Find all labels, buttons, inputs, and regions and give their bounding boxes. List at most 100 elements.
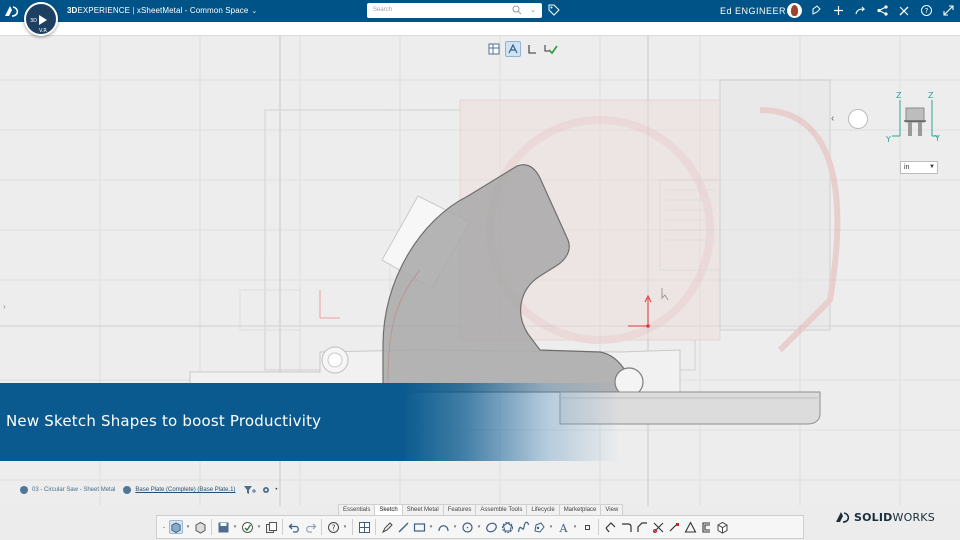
offset-tool[interactable] xyxy=(699,520,713,534)
redo-button[interactable] xyxy=(303,520,317,534)
tab-features[interactable]: Features xyxy=(442,504,477,515)
dropdown-icon[interactable]: ▾ xyxy=(185,520,191,534)
pen-tool[interactable] xyxy=(380,520,394,534)
3ds-logo-icon xyxy=(836,512,850,523)
brand-rest: EXPERIENCE xyxy=(77,6,131,15)
chamfer-tool[interactable] xyxy=(635,520,649,534)
line-tool[interactable] xyxy=(396,520,410,534)
help-button[interactable]: ? xyxy=(326,520,340,534)
compass-button[interactable]: 3D V.R xyxy=(24,2,58,36)
exit-sketch-tool[interactable] xyxy=(715,520,729,534)
profile-dropdown-icon[interactable]: ▾ xyxy=(548,520,554,534)
circle-tool[interactable] xyxy=(460,520,474,534)
text-tool[interactable]: A xyxy=(556,520,570,534)
save-dropdown-icon[interactable]: ▾ xyxy=(232,520,238,534)
ellipse-tool[interactable] xyxy=(484,520,498,534)
axis-triad[interactable]: Z Z Y Y xyxy=(882,88,944,146)
triangle-icon xyxy=(684,520,696,533)
project-tool[interactable] xyxy=(667,520,681,534)
constraint-tool[interactable] xyxy=(683,520,697,534)
units-select[interactable]: in ▼ xyxy=(900,161,938,174)
circle-dropdown-icon[interactable]: ▾ xyxy=(476,520,482,534)
constraint-icon xyxy=(508,43,518,54)
svg-text:?: ? xyxy=(925,7,929,15)
save-button[interactable] xyxy=(216,520,230,534)
scissors-icon xyxy=(652,522,663,533)
more-dot-icon[interactable]: • xyxy=(275,487,277,493)
breadcrumb-current[interactable]: Base Plate (Complete) (Base Plate.1) xyxy=(135,487,235,493)
point-tool[interactable] xyxy=(580,520,594,534)
tab-sketch[interactable]: Sketch xyxy=(374,504,403,515)
command-tabs: Essentials Sketch Sheet Metal Features A… xyxy=(338,504,624,515)
part-button[interactable] xyxy=(193,520,207,534)
redo-icon xyxy=(305,523,316,533)
chevron-left-icon[interactable]: ‹ xyxy=(831,113,834,124)
tab-sheet-metal[interactable]: Sheet Metal xyxy=(401,504,444,515)
sketch-grid-button[interactable] xyxy=(486,41,502,57)
sub-bar xyxy=(0,22,960,36)
tab-essentials[interactable]: Essentials xyxy=(338,504,376,515)
divider xyxy=(282,519,283,535)
tab-lifecycle[interactable]: Lifecycle xyxy=(526,504,560,515)
gear-icon[interactable] xyxy=(261,485,271,495)
sketch-constraint-button[interactable] xyxy=(505,41,521,57)
expand-icon[interactable] xyxy=(942,4,955,17)
help-icon[interactable]: ? xyxy=(920,4,933,17)
tag-icon[interactable] xyxy=(548,4,560,16)
action-bar-menu-icon[interactable]: ⌄ xyxy=(161,520,167,534)
text-dropdown-icon[interactable]: ▾ xyxy=(572,520,578,534)
search-input[interactable]: Search ⌄ xyxy=(367,3,542,18)
rectangle-tool[interactable] xyxy=(412,520,426,534)
tab-marketplace[interactable]: Marketplace xyxy=(558,504,602,515)
profile-tool[interactable] xyxy=(532,520,546,534)
space-title[interactable]: xSheetMetal - Common Space xyxy=(137,6,249,15)
search-placeholder: Search xyxy=(373,7,393,13)
grid-icon xyxy=(488,43,500,55)
tab-assemble-tools[interactable]: Assemble Tools xyxy=(475,504,528,515)
update-button[interactable] xyxy=(240,520,254,534)
view-selector-icon[interactable] xyxy=(848,109,868,129)
play-icon xyxy=(39,15,47,25)
sketch-exit-button[interactable] xyxy=(524,41,540,57)
panel-expand-icon[interactable]: › xyxy=(3,302,6,311)
arc-dropdown-icon[interactable]: ▾ xyxy=(452,520,458,534)
update-dropdown-icon[interactable]: ▾ xyxy=(256,520,262,534)
spline-tool[interactable] xyxy=(516,520,530,534)
pen-icon xyxy=(381,521,393,533)
sketch-validate-button[interactable] xyxy=(543,41,559,57)
forward-icon[interactable] xyxy=(854,4,867,17)
trim-icon xyxy=(605,521,615,532)
app-title: 3DEXPERIENCE | xSheetMetal - Common Spac… xyxy=(67,6,257,15)
tools-icon[interactable] xyxy=(898,4,911,17)
arc-tool[interactable] xyxy=(436,520,450,534)
trim-tool[interactable] xyxy=(603,520,617,534)
sketch-grid-tool[interactable] xyxy=(357,520,371,534)
cut-tool[interactable] xyxy=(651,520,665,534)
save-icon xyxy=(218,522,228,532)
search-icon[interactable] xyxy=(512,5,522,15)
rectangle-dropdown-icon[interactable]: ▾ xyxy=(428,520,434,534)
corner-tool[interactable] xyxy=(619,520,633,534)
undo-button[interactable] xyxy=(287,520,301,534)
breadcrumb-root[interactable]: 03 - Circular Saw - Sheet Metal xyxy=(32,487,115,493)
chevron-down-icon[interactable]: ⌄ xyxy=(251,7,257,15)
tab-view[interactable]: View xyxy=(600,504,624,515)
polygon-tool[interactable] xyxy=(500,520,514,534)
copy-button[interactable] xyxy=(264,520,278,534)
project-icon xyxy=(669,522,679,531)
share-network-icon[interactable] xyxy=(876,4,889,17)
divider xyxy=(352,519,353,535)
triad-y-right: Y xyxy=(934,134,940,143)
avatar[interactable] xyxy=(787,3,802,18)
help-dropdown-icon[interactable]: ▾ xyxy=(342,520,348,534)
filter-icon[interactable] xyxy=(243,484,257,496)
user-name[interactable]: Ed ENGINEER xyxy=(720,6,786,16)
cube-icon xyxy=(171,521,181,533)
ellipse-icon xyxy=(485,522,497,532)
add-icon[interactable] xyxy=(832,4,845,17)
share-icon[interactable] xyxy=(810,4,823,17)
search-scope-chevron-icon[interactable]: ⌄ xyxy=(530,6,536,14)
part-icon xyxy=(123,486,132,494)
3ds-logo-icon xyxy=(5,6,19,17)
part-design-button[interactable] xyxy=(169,520,183,534)
